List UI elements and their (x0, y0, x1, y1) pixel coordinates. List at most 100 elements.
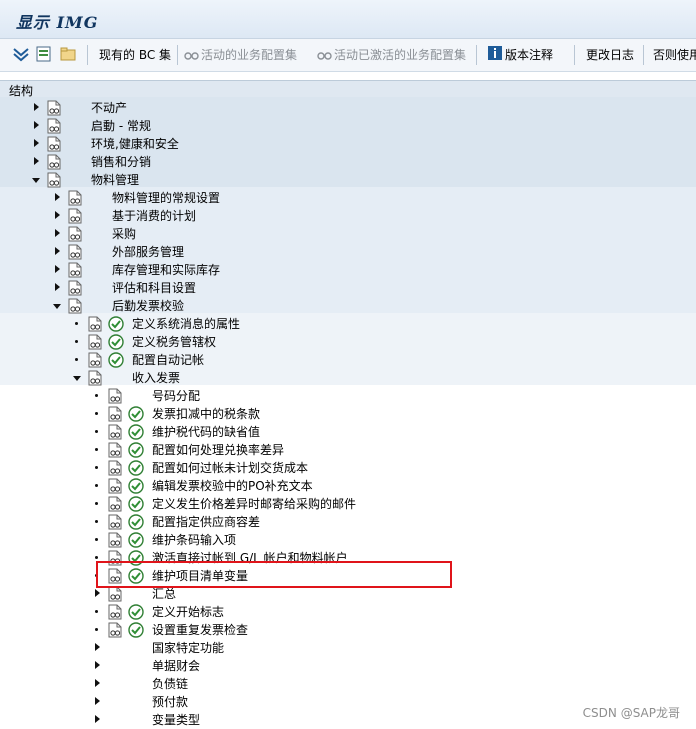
tree-node-label[interactable]: 国家特定功能 (152, 640, 224, 656)
documentation-icon[interactable] (107, 604, 124, 620)
tree-node-label[interactable]: 维护条码输入项 (152, 532, 236, 548)
tree-node-label[interactable]: 物料管理 (91, 172, 139, 188)
documentation-icon[interactable] (87, 316, 104, 332)
tree-node[interactable]: 物料管理 (0, 171, 696, 189)
execute-activity-icon[interactable] (108, 334, 124, 350)
tree-node-label[interactable]: 配置指定供应商容差 (152, 514, 260, 530)
documentation-icon[interactable] (107, 622, 124, 638)
expand-arrow-icon[interactable] (34, 139, 39, 147)
execute-activity-icon[interactable] (108, 316, 124, 332)
documentation-icon[interactable] (107, 460, 124, 476)
execute-activity-icon[interactable] (108, 352, 124, 368)
expand-arrow-icon[interactable] (55, 193, 60, 201)
documentation-icon[interactable] (67, 298, 84, 314)
tree-node-label[interactable]: 收入发票 (132, 370, 180, 386)
documentation-icon[interactable] (107, 478, 124, 494)
documentation-icon[interactable] (67, 262, 84, 278)
change-log-button[interactable]: 更改日志 (586, 46, 634, 64)
execute-activity-icon[interactable] (128, 424, 144, 440)
tree-node[interactable]: 编辑发票校验中的PO补充文本 (0, 477, 696, 495)
tree-node-label[interactable]: 设置重复发票检查 (152, 622, 248, 638)
tree-node-label[interactable]: 评估和科目设置 (112, 280, 196, 296)
tree-node[interactable]: 采购 (0, 225, 696, 243)
execute-activity-icon[interactable] (128, 622, 144, 638)
tree-node-label[interactable]: 定义系统消息的属性 (132, 316, 240, 332)
expand-arrow-icon[interactable] (55, 247, 60, 255)
activity-bc-sets-button[interactable]: 活动的业务配置集 (201, 46, 297, 64)
tree-node-label[interactable]: 采购 (112, 226, 136, 242)
documentation-icon[interactable] (46, 100, 63, 116)
tree-node[interactable]: 库存管理和实际库存 (0, 261, 696, 279)
tree-node-label[interactable]: 预付款 (152, 694, 188, 710)
expand-arrow-icon[interactable] (55, 229, 60, 237)
find-icon[interactable] (34, 44, 54, 64)
documentation-icon[interactable] (107, 442, 124, 458)
execute-activity-icon[interactable] (128, 460, 144, 476)
tree-node[interactable]: 配置自动记帐 (0, 351, 696, 369)
tree-node[interactable]: 号码分配 (0, 387, 696, 405)
documentation-icon[interactable] (107, 496, 124, 512)
tree-node-label[interactable]: 配置如何过帐未计划交货成本 (152, 460, 308, 476)
documentation-icon[interactable] (46, 154, 63, 170)
execute-activity-icon[interactable] (128, 496, 144, 512)
expand-arrow-icon[interactable] (55, 211, 60, 219)
tree-node[interactable]: 单据财会 (0, 657, 696, 675)
tree-node[interactable]: 定义发生价格差异时邮寄给采购的邮件 (0, 495, 696, 513)
folder-icon[interactable] (58, 44, 78, 64)
tree-node-label[interactable]: 库存管理和实际库存 (112, 262, 220, 278)
documentation-icon[interactable] (107, 406, 124, 422)
tree-node-label[interactable]: 发票扣减中的税条款 (152, 406, 260, 422)
documentation-icon[interactable] (87, 370, 104, 386)
documentation-icon[interactable] (107, 532, 124, 548)
tree-node[interactable]: 配置指定供应商容差 (0, 513, 696, 531)
expand-arrow-icon[interactable] (95, 679, 100, 687)
documentation-icon[interactable] (67, 208, 84, 224)
expand-arrow-icon[interactable] (34, 157, 39, 165)
tree-node[interactable]: 定义系统消息的属性 (0, 315, 696, 333)
tree-node-label[interactable]: 定义开始标志 (152, 604, 224, 620)
tree-node[interactable]: 设置重复发票检查 (0, 621, 696, 639)
tree-node[interactable]: 维护税代码的缺省值 (0, 423, 696, 441)
tree-node-label[interactable]: 环境,健康和安全 (91, 136, 179, 152)
documentation-icon[interactable] (87, 334, 104, 350)
existing-bc-sets-button[interactable]: 现有的 BC 集 (99, 46, 171, 64)
tree-node[interactable]: 配置如何过帐未计划交货成本 (0, 459, 696, 477)
collapse-arrow-icon[interactable] (53, 304, 61, 309)
collapse-arrow-icon[interactable] (73, 376, 81, 381)
documentation-icon[interactable] (107, 424, 124, 440)
expand-arrow-icon[interactable] (55, 283, 60, 291)
tree-node-label[interactable]: 负债链 (152, 676, 188, 692)
documentation-icon[interactable] (67, 244, 84, 260)
execute-activity-icon[interactable] (128, 442, 144, 458)
execute-activity-icon[interactable] (128, 478, 144, 494)
tree-node[interactable]: 基于消费的计划 (0, 207, 696, 225)
documentation-icon[interactable] (46, 172, 63, 188)
release-notes-button[interactable]: 版本注释 (505, 46, 553, 64)
tree-node-label[interactable]: 维护税代码的缺省值 (152, 424, 260, 440)
documentation-icon[interactable] (107, 514, 124, 530)
collapse-arrow-icon[interactable] (32, 178, 40, 183)
tree-node-label[interactable]: 基于消费的计划 (112, 208, 196, 224)
tree-node[interactable]: 配置如何处理兑换率差异 (0, 441, 696, 459)
execute-activity-icon[interactable] (128, 514, 144, 530)
documentation-icon[interactable] (67, 190, 84, 206)
tree-node-label[interactable]: 定义税务管辖权 (132, 334, 216, 350)
tree-node-label[interactable]: 启動 - 常规 (91, 118, 151, 134)
documentation-icon[interactable] (67, 280, 84, 296)
expand-arrow-icon[interactable] (95, 589, 100, 597)
tree-node[interactable]: 定义开始标志 (0, 603, 696, 621)
tree-node-label[interactable]: 配置自动记帐 (132, 352, 204, 368)
documentation-icon[interactable] (87, 352, 104, 368)
tree-node-label[interactable]: 变量类型 (152, 712, 200, 728)
tree-node[interactable]: 环境,健康和安全 (0, 135, 696, 153)
tree-node[interactable]: 国家特定功能 (0, 639, 696, 657)
tree-node-label[interactable]: 号码分配 (152, 388, 200, 404)
documentation-icon[interactable] (46, 136, 63, 152)
tree-node[interactable]: 销售和分销 (0, 153, 696, 171)
expand-subtree-icon[interactable] (11, 44, 31, 64)
tree-node[interactable]: 发票扣减中的税条款 (0, 405, 696, 423)
expand-arrow-icon[interactable] (55, 265, 60, 273)
tree-node[interactable]: 启動 - 常规 (0, 117, 696, 135)
tree-node-label[interactable]: 汇总 (152, 586, 176, 602)
execute-activity-icon[interactable] (128, 406, 144, 422)
